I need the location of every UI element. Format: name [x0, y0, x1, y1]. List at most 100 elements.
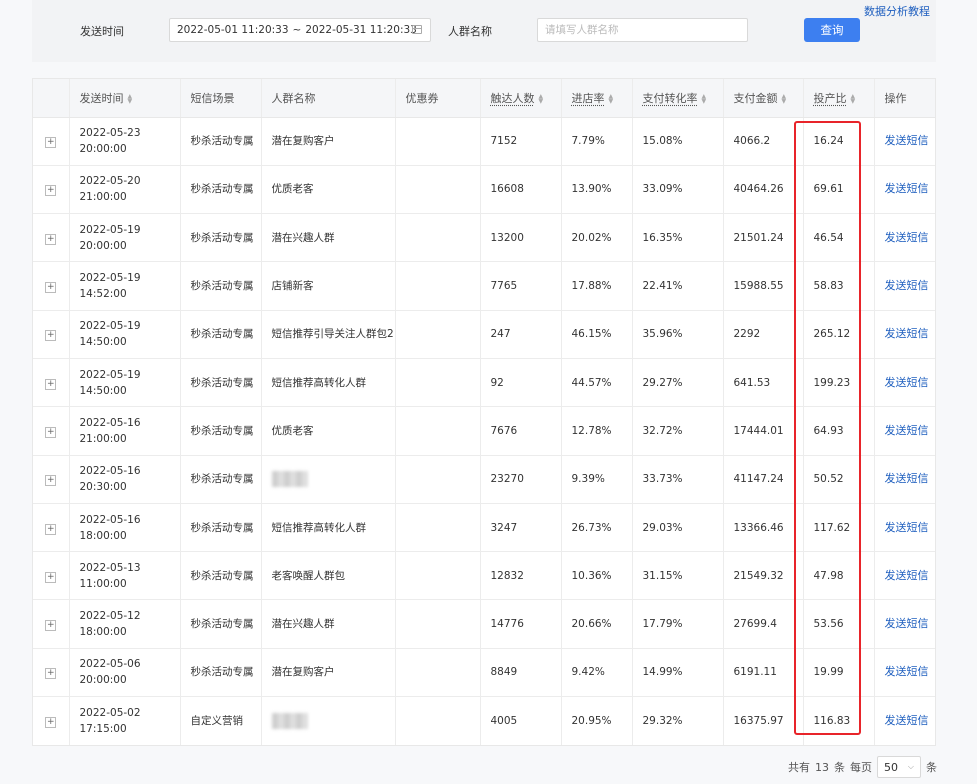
- crowd-cell: 短信推荐引导关注人群包2: [261, 310, 396, 359]
- data-analysis-tutorial-link[interactable]: 数据分析教程: [864, 3, 930, 19]
- expand-row-button[interactable]: +: [45, 185, 57, 197]
- table-row: +2022-05-16 20:30:00 秒杀活动专属 23270 9.39% 33.73…: [33, 455, 935, 504]
- redacted-crowd-name: [271, 712, 308, 729]
- sort-icon[interactable]: ▲ ▼: [539, 93, 544, 104]
- send-time: 14:50:00: [79, 384, 127, 397]
- expand-row-button[interactable]: +: [45, 330, 57, 342]
- send-sms-link[interactable]: 发送短信: [885, 424, 929, 437]
- crowd-cell: [261, 455, 396, 504]
- expand-row-button[interactable]: +: [45, 716, 57, 728]
- scene-cell: 秒杀活动专属: [180, 213, 262, 263]
- roi-cell: 117.62: [803, 503, 875, 553]
- send-sms-link[interactable]: 发送短信: [885, 472, 929, 485]
- pay-conversion-cell: 17.79%: [632, 599, 724, 649]
- send-sms-link[interactable]: 发送短信: [885, 327, 929, 340]
- expand-cell: +: [33, 310, 70, 359]
- expand-row-button[interactable]: +: [45, 137, 57, 149]
- send-time: 11:00:00: [79, 577, 127, 590]
- reach-cell: 8849: [480, 648, 562, 698]
- send-sms-link[interactable]: 发送短信: [885, 521, 929, 534]
- query-button[interactable]: 查询: [804, 18, 860, 42]
- send-date: 2022-05-13: [79, 561, 141, 574]
- expand-row-button[interactable]: +: [45, 233, 57, 245]
- send-sms-link[interactable]: 发送短信: [885, 569, 929, 582]
- sort-icon[interactable]: ▲ ▼: [702, 93, 707, 104]
- roi-cell: 265.12: [803, 310, 875, 359]
- header-reach[interactable]: 触达人数 ▲ ▼: [480, 79, 562, 118]
- sort-icon[interactable]: ▲ ▼: [128, 93, 133, 104]
- pay-amount-cell: 27699.4: [723, 599, 804, 649]
- expand-row-button[interactable]: +: [45, 571, 57, 583]
- scene-cell: 秒杀活动专属: [180, 261, 262, 311]
- crowd-cell: 短信推荐高转化人群: [261, 358, 396, 408]
- page-size-select[interactable]: 50 ⌵: [877, 756, 921, 778]
- filter-panel: 发送时间 2022-05-01 11:20:33 ~2022-05-31 11:2…: [32, 0, 936, 62]
- expand-row-button[interactable]: +: [45, 378, 57, 390]
- pay-conversion-cell: 32.72%: [632, 406, 724, 456]
- header-pay-amount[interactable]: 支付金额 ▲ ▼: [723, 79, 804, 118]
- send-sms-link[interactable]: 发送短信: [885, 182, 929, 195]
- expand-row-button[interactable]: +: [45, 282, 57, 294]
- expand-row-button[interactable]: +: [45, 668, 57, 680]
- header-scene: 短信场景: [180, 79, 262, 118]
- expand-row-button[interactable]: +: [45, 426, 57, 438]
- header-pay-conversion[interactable]: 支付转化率 ▲ ▼: [632, 79, 724, 118]
- header-coupon: 优惠券: [395, 79, 481, 118]
- roi-cell: 46.54: [803, 213, 875, 263]
- expand-row-button[interactable]: +: [45, 620, 57, 632]
- send-time-cell: 2022-05-19 14:52:00: [69, 261, 181, 311]
- expand-cell: +: [33, 117, 70, 166]
- header-visit-rate[interactable]: 进店率 ▲ ▼: [561, 79, 633, 118]
- coupon-cell: [395, 648, 481, 698]
- expand-cell: +: [33, 551, 70, 601]
- send-date: 2022-05-12: [79, 610, 141, 623]
- send-sms-link[interactable]: 发送短信: [885, 714, 929, 727]
- expand-cell: +: [33, 165, 70, 215]
- coupon-cell: [395, 696, 481, 745]
- reach-cell: 12832: [480, 551, 562, 601]
- send-time: 21:00:00: [79, 432, 127, 445]
- reach-cell: 247: [480, 310, 562, 359]
- send-date: 2022-05-16: [79, 416, 141, 429]
- expand-row-button[interactable]: +: [45, 523, 57, 535]
- send-time-label: 发送时间: [80, 25, 124, 38]
- send-time: 18:00:00: [79, 626, 127, 639]
- sort-icon[interactable]: ▲ ▼: [609, 93, 614, 104]
- roi-cell: 199.23: [803, 358, 875, 408]
- pay-amount-cell: 6191.11: [723, 648, 804, 698]
- send-sms-link[interactable]: 发送短信: [885, 665, 929, 678]
- visit-rate-cell: 9.42%: [561, 648, 633, 698]
- sort-icon[interactable]: ▲ ▼: [851, 93, 856, 104]
- action-cell: 发送短信: [874, 455, 935, 504]
- header-roi[interactable]: 投产比 ▲ ▼: [803, 79, 875, 118]
- send-sms-link[interactable]: 发送短信: [885, 231, 929, 244]
- coupon-cell: [395, 599, 481, 649]
- expand-cell: +: [33, 261, 70, 311]
- table-row: +2022-05-16 18:00:00 秒杀活动专属 短信推荐高转化人群 3247 26…: [33, 503, 935, 553]
- send-sms-link[interactable]: 发送短信: [885, 376, 929, 389]
- action-cell: 发送短信: [874, 213, 935, 263]
- coupon-cell: [395, 165, 481, 215]
- pay-conversion-cell: 22.41%: [632, 261, 724, 311]
- sort-icon[interactable]: ▲ ▼: [782, 93, 787, 104]
- reach-cell: 16608: [480, 165, 562, 215]
- pay-conversion-cell: 35.96%: [632, 310, 724, 359]
- calendar-icon[interactable]: [412, 25, 422, 34]
- table-row: +2022-05-12 18:00:00 秒杀活动专属 潜在兴趣人群 14776 20.6…: [33, 599, 935, 649]
- send-sms-link[interactable]: 发送短信: [885, 279, 929, 292]
- pay-amount-cell: 17444.01: [723, 406, 804, 456]
- expand-row-button[interactable]: +: [45, 475, 57, 487]
- crowd-name-input[interactable]: [537, 18, 748, 42]
- header-send-time[interactable]: 发送时间 ▲ ▼: [69, 79, 181, 118]
- send-date: 2022-05-20: [79, 175, 141, 188]
- date-range-picker[interactable]: 2022-05-01 11:20:33 ~2022-05-31 11:20:33: [169, 18, 431, 42]
- crowd-cell: 潜在兴趣人群: [261, 213, 396, 263]
- send-sms-link[interactable]: 发送短信: [885, 617, 929, 630]
- send-sms-link[interactable]: 发送短信: [885, 134, 929, 147]
- reach-cell: 7765: [480, 261, 562, 311]
- visit-rate-cell: 10.36%: [561, 551, 633, 601]
- scene-cell: 秒杀活动专属: [180, 358, 262, 408]
- table-row: +2022-05-20 21:00:00 秒杀活动专属 优质老客 16608 13.90%…: [33, 165, 935, 215]
- action-cell: 发送短信: [874, 599, 935, 649]
- crowd-cell: 店铺新客: [261, 261, 396, 311]
